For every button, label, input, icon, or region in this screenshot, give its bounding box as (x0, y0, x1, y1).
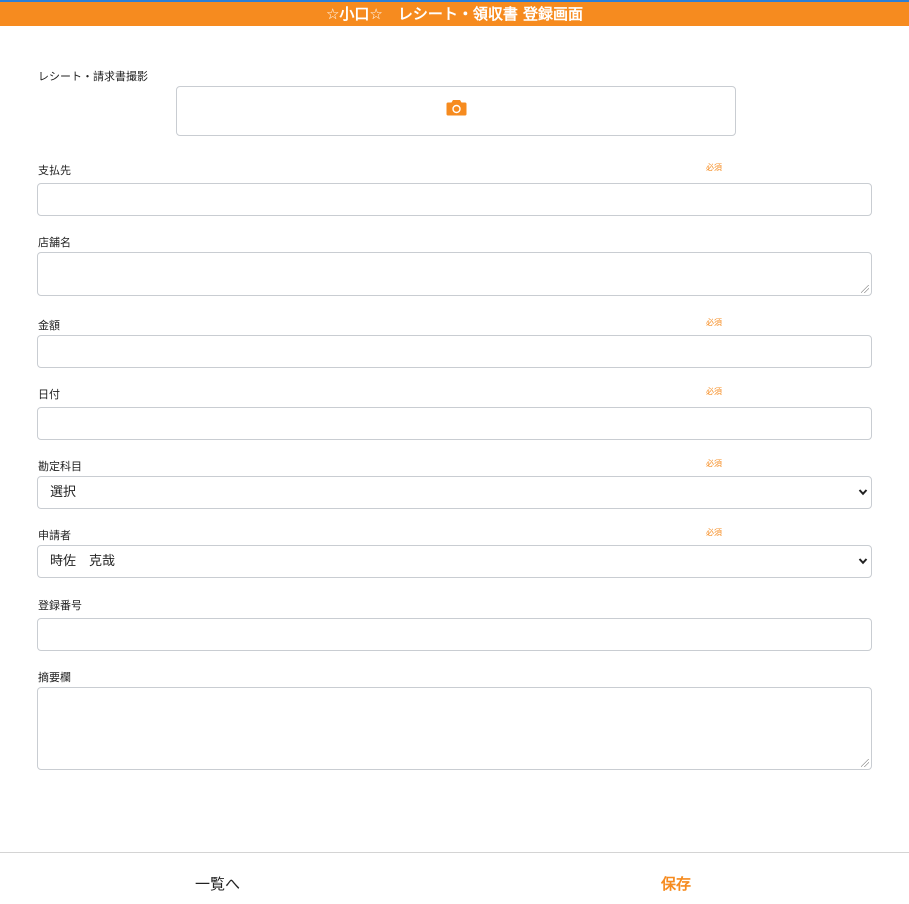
account-select[interactable]: 選択 (37, 476, 872, 509)
amount-label: 金額 (38, 319, 60, 332)
page-header: ☆小口☆ レシート・領収書 登録画面 (0, 2, 909, 26)
amount-required-badge: 必須 (706, 318, 722, 327)
photo-capture-button[interactable] (176, 86, 736, 136)
save-button[interactable]: 保存 (661, 873, 691, 894)
store-textarea[interactable] (37, 252, 872, 296)
date-required-badge: 必須 (706, 387, 722, 396)
memo-textarea[interactable] (37, 687, 872, 770)
photo-label: レシート・請求書撮影 (38, 70, 148, 83)
payee-input[interactable] (37, 183, 872, 216)
applicant-selected-value: 時佐 克哉 (50, 554, 116, 569)
regno-label: 登録番号 (38, 599, 82, 612)
payee-required-badge: 必須 (706, 163, 722, 172)
regno-input[interactable] (37, 618, 872, 651)
applicant-select[interactable]: 時佐 克哉 (37, 545, 872, 578)
memo-label: 摘要欄 (38, 671, 71, 684)
resize-handle[interactable] (861, 285, 869, 293)
resize-handle[interactable] (861, 759, 869, 767)
back-to-list-button[interactable]: 一覧へ (195, 873, 240, 894)
store-label: 店舗名 (38, 236, 71, 249)
payee-label: 支払先 (38, 164, 71, 177)
amount-input[interactable] (37, 335, 872, 368)
chevron-down-icon (858, 558, 868, 565)
account-selected-value: 選択 (50, 485, 77, 500)
camera-icon (446, 100, 467, 116)
account-label: 勘定科目 (38, 460, 82, 473)
applicant-required-badge: 必須 (706, 528, 722, 537)
page-title: ☆小口☆ レシート・領収書 登録画面 (325, 5, 584, 23)
date-input[interactable] (37, 407, 872, 440)
account-required-badge: 必須 (706, 459, 722, 468)
chevron-down-icon (858, 489, 868, 496)
applicant-label: 申請者 (38, 529, 71, 542)
footer-bar: 一覧へ 保存 (0, 852, 909, 904)
date-label: 日付 (38, 388, 60, 401)
